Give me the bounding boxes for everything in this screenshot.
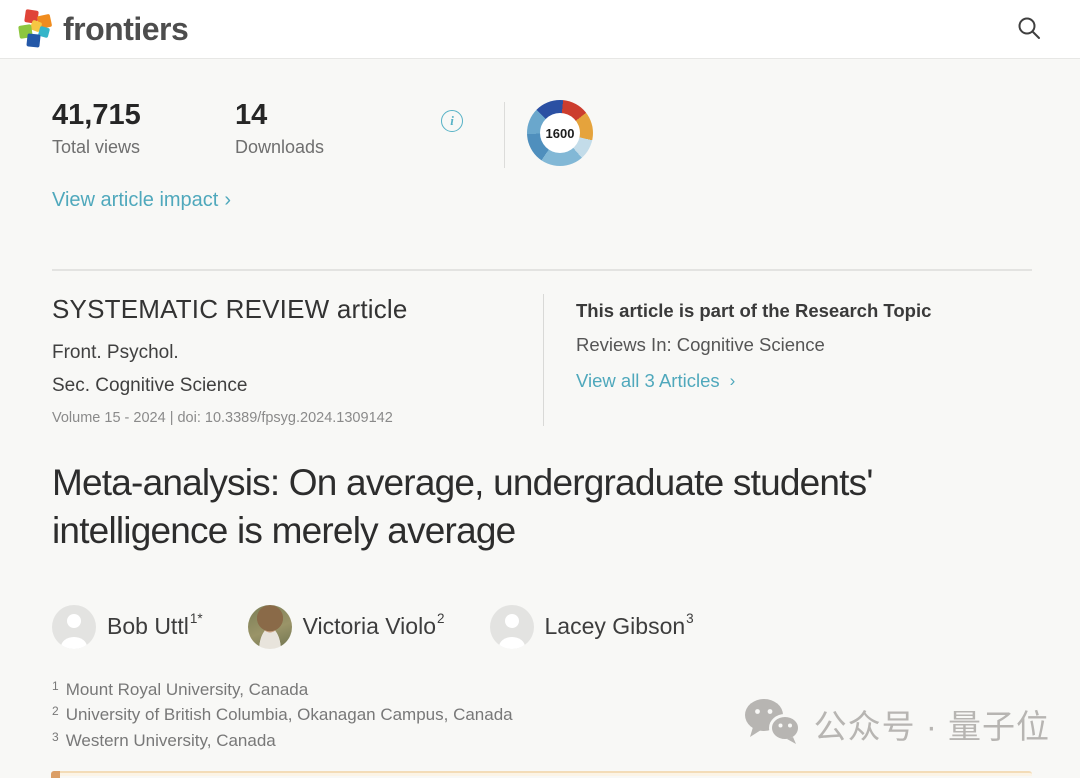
chevron-right-icon: › bbox=[224, 189, 231, 212]
research-topic-block: This article is part of the Research Top… bbox=[576, 294, 931, 426]
article-header-section: 41,715 Total views 14 Downloads i 1600 V… bbox=[0, 100, 1080, 754]
vertical-divider bbox=[504, 102, 505, 168]
affiliation-item: 1Mount Royal University, Canada bbox=[52, 678, 1032, 704]
affiliations-list: 1Mount Royal University, Canada 2Univers… bbox=[52, 678, 1032, 755]
journal-name: Front. Psychol. bbox=[52, 342, 512, 364]
total-views-stat: 41,715 Total views bbox=[52, 100, 235, 158]
info-icon[interactable]: i bbox=[441, 110, 463, 132]
frontiers-cubes-icon bbox=[16, 8, 56, 50]
author-superscript: 2 bbox=[437, 611, 445, 626]
top-navigation-bar: frontiers bbox=[0, 0, 1080, 59]
downloads-label: Downloads bbox=[235, 137, 441, 158]
altmetric-score: 1600 bbox=[540, 113, 580, 153]
view-article-impact-link[interactable]: View article impact › bbox=[52, 189, 231, 212]
author-lacey-gibson[interactable]: Lacey Gibson 3 bbox=[490, 605, 694, 649]
journal-section: Sec. Cognitive Science bbox=[52, 375, 512, 397]
author-bob-uttl[interactable]: Bob Uttl 1* bbox=[52, 605, 203, 649]
logo-wordmark: frontiers bbox=[63, 13, 188, 45]
vertical-divider bbox=[543, 294, 544, 426]
frontiers-logo[interactable]: frontiers bbox=[16, 8, 188, 50]
avatar bbox=[248, 605, 292, 649]
metrics-row: 41,715 Total views 14 Downloads i 1600 bbox=[52, 100, 1032, 168]
cutoff-notice-banner bbox=[52, 771, 1032, 776]
altmetric-badge[interactable]: 1600 bbox=[527, 100, 593, 166]
search-button[interactable] bbox=[1012, 11, 1046, 48]
authors-row: Bob Uttl 1* Victoria Violo 2 Lacey Gibso… bbox=[52, 605, 1032, 649]
search-icon bbox=[1016, 29, 1042, 44]
avatar bbox=[52, 605, 96, 649]
downloads-value: 14 bbox=[235, 100, 441, 132]
avatar bbox=[490, 605, 534, 649]
article-meta-row: SYSTEMATIC REVIEW article Front. Psychol… bbox=[52, 294, 1032, 426]
article-type-heading: SYSTEMATIC REVIEW article bbox=[52, 294, 512, 325]
horizontal-divider bbox=[52, 269, 1032, 271]
author-superscript: 3 bbox=[686, 611, 694, 626]
volume-doi: Volume 15 - 2024 | doi: 10.3389/fpsyg.20… bbox=[52, 410, 512, 426]
affiliation-item: 3Western University, Canada bbox=[52, 729, 1032, 755]
research-topic-name[interactable]: Reviews In: Cognitive Science bbox=[576, 334, 931, 356]
author-victoria-violo[interactable]: Victoria Violo 2 bbox=[248, 605, 445, 649]
chevron-right-icon: › bbox=[730, 371, 736, 391]
article-title: Meta-analysis: On average, undergraduate… bbox=[52, 459, 1032, 556]
article-meta: SYSTEMATIC REVIEW article Front. Psychol… bbox=[52, 294, 512, 426]
affiliation-item: 2University of British Columbia, Okanaga… bbox=[52, 703, 1032, 729]
view-all-articles-link[interactable]: View all 3 Articles › bbox=[576, 370, 735, 392]
views-label: Total views bbox=[52, 137, 235, 158]
author-superscript: 1* bbox=[190, 611, 203, 626]
views-value: 41,715 bbox=[52, 100, 235, 132]
downloads-stat: 14 Downloads bbox=[235, 100, 441, 158]
research-topic-intro: This article is part of the Research Top… bbox=[576, 300, 931, 322]
